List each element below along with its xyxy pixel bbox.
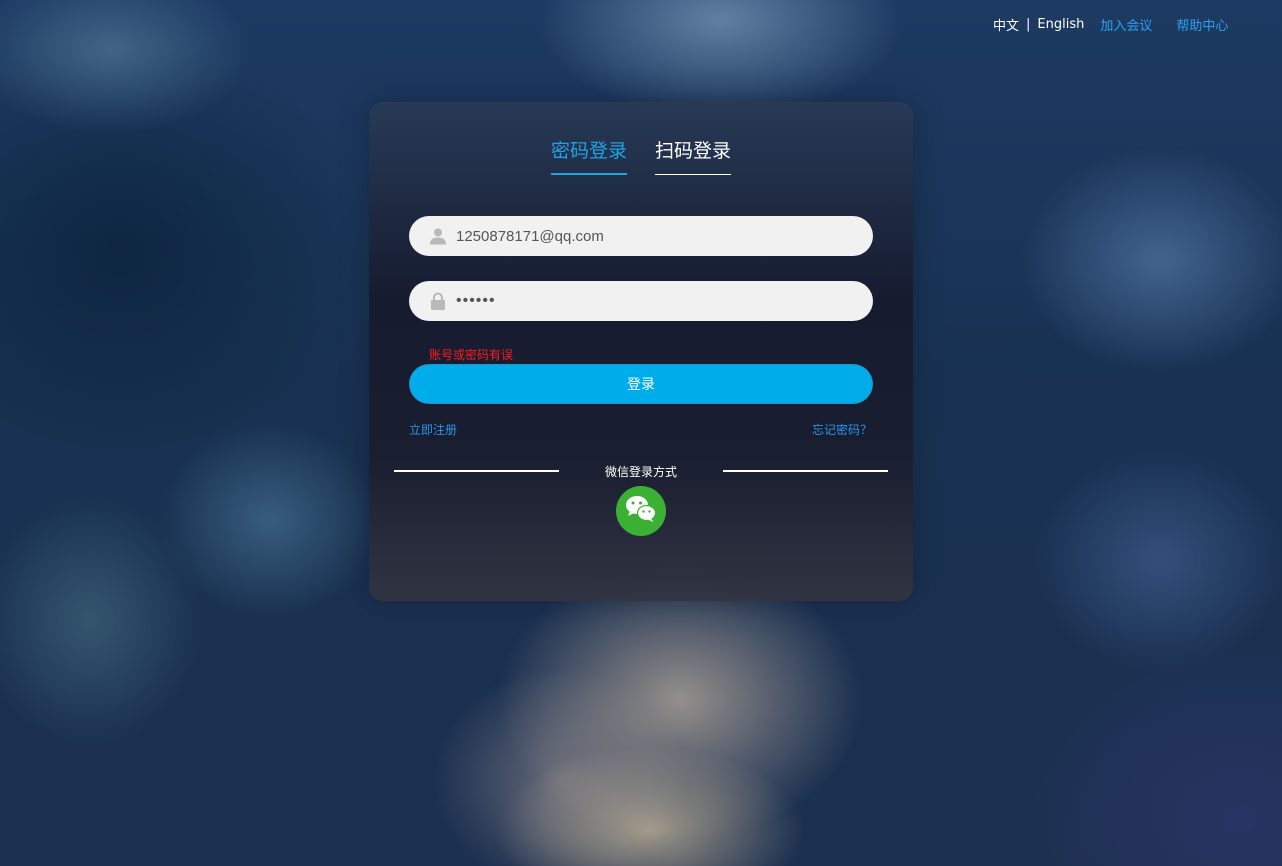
login-card: 密码登录 扫码登录 账号或密码有误 登录 立即注册 忘记密码？ 微信登录方式 [369, 102, 913, 601]
top-nav: 中文 | English 加入会议 帮助中心 [993, 14, 1228, 34]
language-english-link[interactable]: English [1037, 17, 1084, 32]
login-error-message: 账号或密码有误 [429, 348, 514, 362]
password-field[interactable] [409, 281, 873, 321]
join-meeting-link[interactable]: 加入会议 [1100, 15, 1152, 34]
wechat-login-button[interactable] [616, 486, 666, 536]
login-tabs: 密码登录 扫码登录 [369, 138, 913, 175]
register-link[interactable]: 立即注册 [409, 422, 457, 438]
lock-icon [429, 292, 447, 310]
user-icon [429, 227, 447, 245]
username-input[interactable] [454, 226, 858, 246]
tab-qr-login[interactable]: 扫码登录 [655, 138, 732, 175]
help-center-link[interactable]: 帮助中心 [1176, 15, 1228, 34]
wechat-login-label: 微信登录方式 [604, 465, 677, 479]
forgot-password-link[interactable]: 忘记密码？ [812, 422, 872, 438]
password-input[interactable] [454, 291, 858, 311]
divider-right [723, 470, 888, 472]
username-field[interactable] [409, 216, 873, 256]
language-chinese-link[interactable]: 中文 [993, 15, 1019, 34]
login-button[interactable]: 登录 [409, 364, 873, 404]
language-separator: | [1026, 16, 1031, 32]
tab-password-login[interactable]: 密码登录 [550, 138, 627, 175]
wechat-icon [624, 494, 658, 528]
